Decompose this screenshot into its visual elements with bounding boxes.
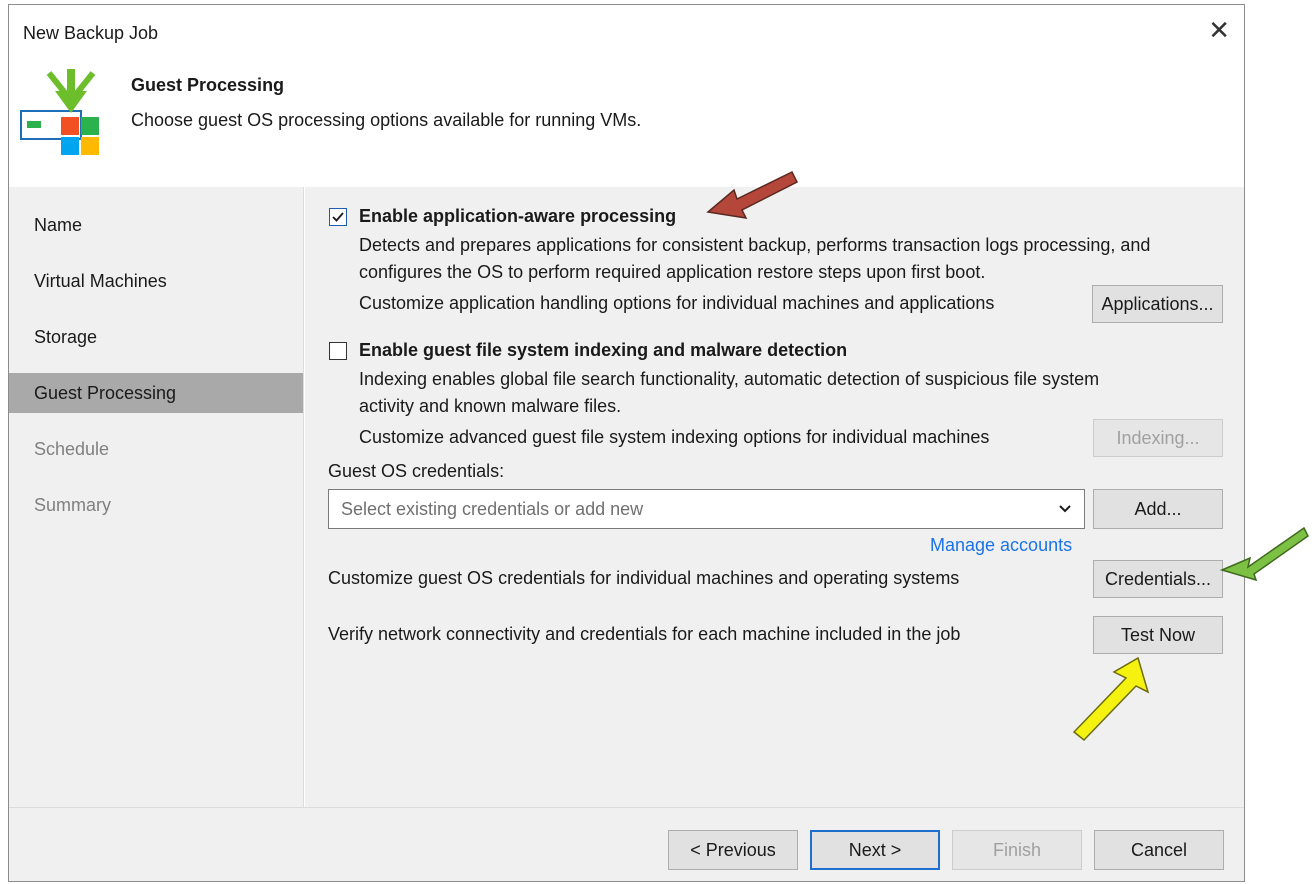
window-title: New Backup Job bbox=[23, 23, 159, 43]
close-icon[interactable]: ✕ bbox=[1208, 17, 1230, 43]
cancel-button[interactable]: Cancel bbox=[1094, 830, 1224, 870]
add-credentials-button[interactable]: Add... bbox=[1093, 489, 1223, 529]
yellow-annotation-arrow bbox=[1072, 656, 1150, 742]
next-button[interactable]: Next > bbox=[810, 830, 940, 870]
indexing-customize-text: Customize advanced guest file system ind… bbox=[359, 427, 990, 447]
step-guest-processing[interactable]: Guest Processing bbox=[9, 373, 303, 413]
step-schedule: Schedule bbox=[34, 439, 110, 459]
green-annotation-arrow bbox=[1219, 526, 1309, 582]
indexing-button: Indexing... bbox=[1093, 419, 1223, 457]
applications-button[interactable]: Applications... bbox=[1092, 285, 1223, 323]
step-name[interactable]: Name bbox=[9, 205, 303, 245]
credentials-select-placeholder: Select existing credentials or add new bbox=[341, 499, 644, 519]
chevron-down-icon bbox=[1059, 505, 1071, 513]
new-backup-job-dialog: New Backup Job ✕ Guest Processing Choose… bbox=[8, 4, 1245, 882]
app-aware-label[interactable]: Enable application-aware processing bbox=[359, 206, 676, 227]
verify-connectivity-text: Verify network connectivity and credenti… bbox=[328, 624, 961, 644]
wizard-footer: < Previous Next > Finish Cancel bbox=[9, 807, 1244, 881]
credentials-customize-text: Customize guest OS credentials for indiv… bbox=[328, 568, 960, 588]
manage-accounts-link[interactable]: Manage accounts bbox=[930, 535, 1072, 556]
step-virtual-machines[interactable]: Virtual Machines bbox=[9, 261, 303, 301]
app-aware-desc-line1: Detects and prepares applications for co… bbox=[359, 235, 1151, 255]
backup-job-icon bbox=[20, 69, 99, 155]
previous-button[interactable]: < Previous bbox=[668, 830, 798, 870]
guest-os-credentials-label: Guest OS credentials: bbox=[328, 461, 505, 481]
page-title: Guest Processing bbox=[131, 75, 285, 95]
checkmark-icon bbox=[332, 212, 344, 222]
step-summary: Summary bbox=[34, 495, 112, 515]
indexing-label[interactable]: Enable guest file system indexing and ma… bbox=[359, 340, 847, 361]
wizard-steps: Name Virtual Machines Storage Guest Proc… bbox=[9, 187, 304, 807]
indexing-desc-line1: Indexing enables global file search func… bbox=[359, 369, 1100, 389]
app-aware-desc-line2: configures the OS to perform required ap… bbox=[359, 262, 986, 282]
app-aware-customize-text: Customize application handling options f… bbox=[359, 293, 995, 313]
indexing-checkbox[interactable] bbox=[329, 342, 347, 360]
credentials-select[interactable]: Select existing credentials or add new bbox=[328, 489, 1085, 529]
page-subtitle: Choose guest OS processing options avail… bbox=[131, 110, 642, 130]
red-annotation-arrow bbox=[706, 170, 799, 219]
app-aware-checkbox[interactable] bbox=[329, 208, 347, 226]
step-storage[interactable]: Storage bbox=[9, 317, 303, 357]
credentials-button[interactable]: Credentials... bbox=[1093, 560, 1223, 598]
indexing-desc-line2: activity and known malware files. bbox=[359, 396, 622, 416]
test-now-button[interactable]: Test Now bbox=[1093, 616, 1223, 654]
finish-button: Finish bbox=[952, 830, 1082, 870]
